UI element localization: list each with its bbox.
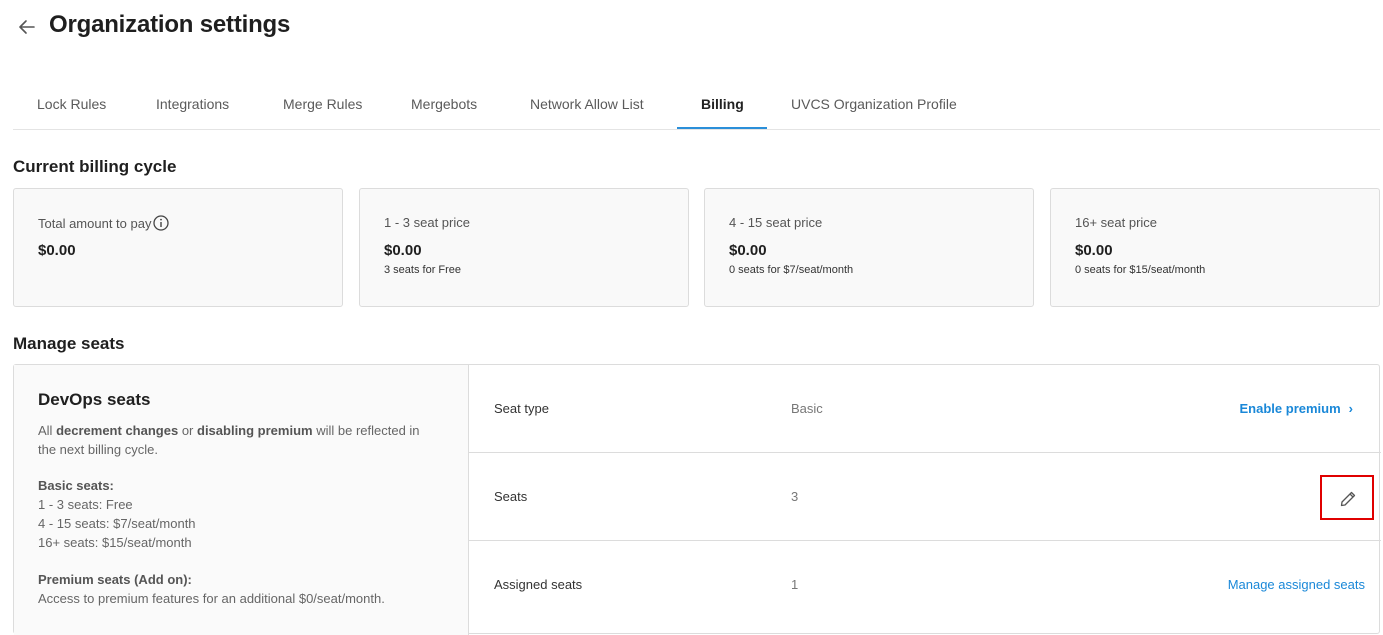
edit-seats-button[interactable] (1320, 475, 1374, 520)
assigned-seats-value: 1 (791, 577, 799, 592)
seats-description: All decrement changes or disabling premi… (38, 421, 420, 459)
enable-premium-button[interactable]: Enable premium › (1240, 401, 1353, 416)
billing-card-tier-3: 16+ seat price $0.00 0 seats for $15/sea… (1050, 188, 1380, 307)
arrow-left-icon[interactable] (16, 16, 38, 38)
card-amount: $0.00 (729, 242, 767, 259)
tab-lock-rules[interactable]: Lock Rules (37, 82, 106, 129)
basic-seat-line: 1 - 3 seats: Free (38, 497, 133, 512)
billing-section-title: Current billing cycle (13, 157, 177, 176)
billing-card-tier-2: 4 - 15 seat price $0.00 0 seats for $7/s… (704, 188, 1034, 307)
card-amount: $0.00 (384, 242, 422, 259)
seat-type-value: Basic (791, 401, 823, 416)
manage-assigned-seats-link[interactable]: Manage assigned seats (1228, 577, 1365, 592)
premium-seats-info: Premium seats (Add on): Access to premiu… (38, 570, 385, 608)
tab-bar: Lock Rules Integrations Merge Rules Merg… (13, 82, 1380, 130)
card-label: 4 - 15 seat price (729, 215, 823, 230)
basic-seats-info: Basic seats: 1 - 3 seats: Free 4 - 15 se… (38, 476, 196, 552)
seats-panel: DevOps seats All decrement changes or di… (13, 364, 1381, 635)
tab-network-allow-list[interactable]: Network Allow List (530, 82, 644, 129)
devops-seats-title: DevOps seats (38, 390, 151, 409)
tab-billing[interactable]: Billing (701, 82, 744, 129)
basic-seat-line: 4 - 15 seats: $7/seat/month (38, 516, 196, 531)
premium-seats-heading: Premium seats (Add on): (38, 572, 192, 587)
billing-card-total: Total amount to pay $0.00 (13, 188, 343, 307)
seat-type-label: Seat type (494, 401, 549, 416)
desc-text: the next billing cycle. (38, 442, 158, 457)
card-label: Total amount to pay (38, 215, 170, 231)
page-title: Organization settings (49, 11, 291, 38)
tab-merge-rules[interactable]: Merge Rules (283, 82, 362, 129)
seats-info-panel: DevOps seats All decrement changes or di… (14, 365, 469, 635)
card-label-text: Total amount to pay (38, 216, 152, 231)
basic-seats-heading: Basic seats: (38, 478, 114, 493)
basic-seat-line: 16+ seats: $15/seat/month (38, 535, 192, 550)
desc-text: will be reflected in (316, 423, 420, 438)
card-subtext: 3 seats for Free (384, 264, 462, 276)
desc-bold-disabling: disabling premium (197, 423, 313, 438)
manage-seats-title: Manage seats (13, 334, 125, 353)
tab-integrations[interactable]: Integrations (156, 82, 229, 129)
assigned-seats-row: Assigned seats 1 Manage assigned seats (469, 541, 1381, 629)
card-subtext: 0 seats for $7/seat/month (729, 264, 854, 276)
active-tab-indicator (677, 127, 767, 129)
chevron-right-icon: › (1348, 401, 1353, 416)
tab-uvcs-organization-profile[interactable]: UVCS Organization Profile (791, 82, 957, 129)
seats-value: 3 (791, 489, 799, 504)
card-label: 1 - 3 seat price (384, 215, 470, 230)
pencil-icon (1340, 491, 1356, 507)
seats-row: Seats 3 (469, 453, 1381, 541)
assigned-seats-label: Assigned seats (494, 577, 583, 592)
premium-seat-line: Access to premium features for an additi… (38, 591, 385, 606)
desc-bold-decrement: decrement changes (56, 423, 179, 438)
enable-premium-label: Enable premium (1239, 401, 1341, 416)
tab-mergebots[interactable]: Mergebots (411, 82, 477, 129)
card-amount: $0.00 (1075, 242, 1113, 259)
card-amount: $0.00 (38, 242, 76, 259)
seats-label: Seats (494, 489, 528, 504)
billing-card-tier-1: 1 - 3 seat price $0.00 3 seats for Free (359, 188, 689, 307)
desc-text: or (181, 423, 194, 438)
card-subtext: 0 seats for $15/seat/month (1075, 264, 1206, 276)
seat-type-row: Seat type Basic Enable premium › (469, 365, 1381, 453)
desc-text: All (38, 423, 53, 438)
info-icon[interactable] (153, 215, 170, 231)
page-header: Organization settings (0, 0, 1383, 56)
card-label: 16+ seat price (1075, 215, 1158, 230)
